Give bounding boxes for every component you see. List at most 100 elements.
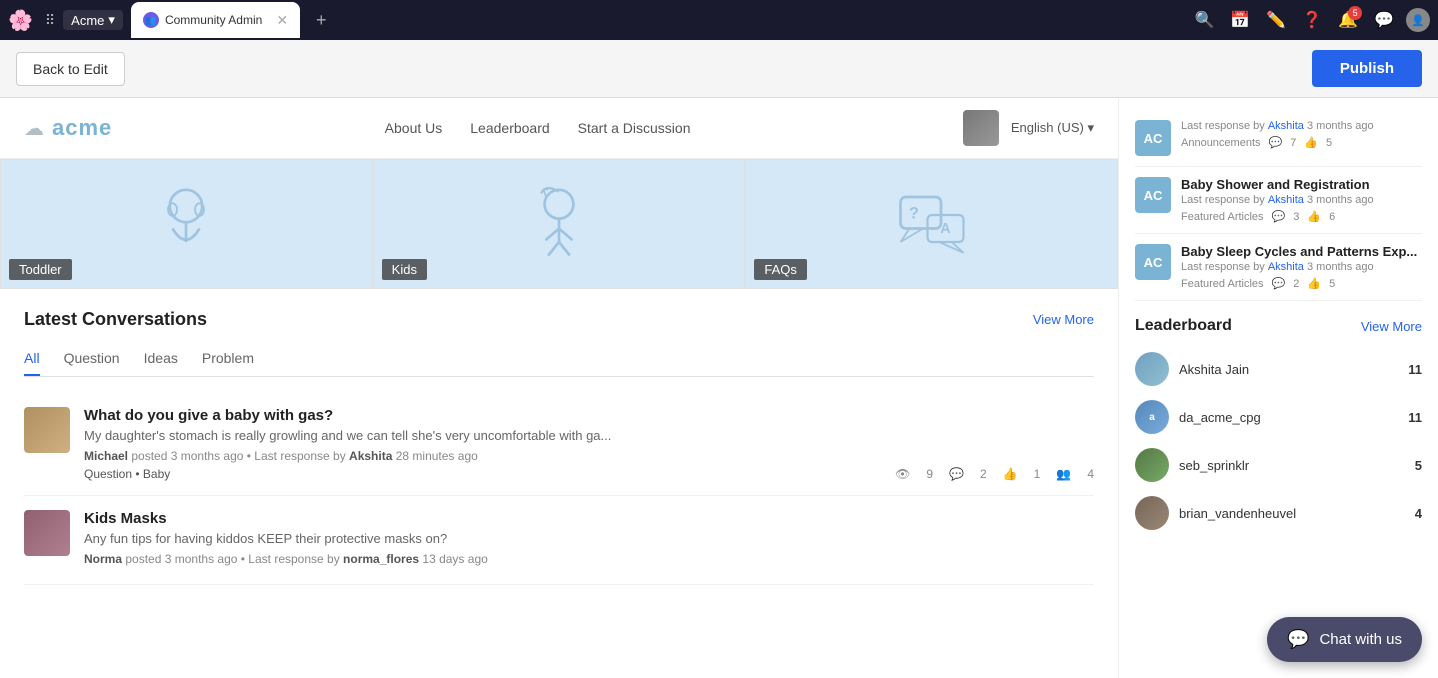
participants-count: 4 — [1087, 467, 1094, 481]
activity-body-3: Baby Sleep Cycles and Patterns Exp... La… — [1181, 244, 1422, 290]
leaderboard-item-3: seb_sprinklr 5 — [1135, 441, 1422, 489]
chrome-chat-icon[interactable]: 💬 — [1374, 10, 1394, 30]
conversation-stats-1: 👁 9 💬 2 👍 1 👥 4 — [895, 467, 1094, 481]
tab-close-icon[interactable]: ✕ — [276, 12, 288, 29]
chat-widget[interactable]: 💬 Chat with us — [1267, 617, 1422, 662]
publish-button[interactable]: Publish — [1312, 50, 1422, 87]
conversation-body-2: Kids Masks Any fun tips for having kiddo… — [84, 510, 1094, 570]
lb-name-1: Akshita Jain — [1179, 362, 1398, 377]
lb-avatar-brian — [1135, 496, 1169, 530]
lb-avatar-seb — [1135, 448, 1169, 482]
svg-text:A: A — [940, 221, 951, 237]
like-icon-3: 👍 — [1307, 277, 1321, 290]
tab-all[interactable]: All — [24, 342, 40, 376]
activity-stats-2: Featured Articles 💬 3 👍 6 — [1181, 210, 1422, 223]
category-cards: Toddler Kids — [0, 159, 1118, 289]
conversation-author-2: Norma — [84, 552, 122, 566]
lb-avatar-akshita — [1135, 352, 1169, 386]
new-tab-button[interactable]: + — [308, 6, 335, 35]
conversation-title-1[interactable]: What do you give a baby with gas? — [84, 407, 1094, 424]
app-name-label: Acme — [71, 13, 104, 28]
lb-score-3: 5 — [1415, 458, 1422, 473]
likes-icon: 👍 — [1003, 467, 1018, 481]
chat-bubble-icon: 💬 — [1287, 629, 1309, 650]
activity-category-2: Featured Articles — [1181, 211, 1264, 223]
activity-title-3[interactable]: Baby Sleep Cycles and Patterns Exp... — [1181, 244, 1422, 259]
lb-score-1: 11 — [1408, 362, 1422, 377]
tab-ideas[interactable]: Ideas — [144, 342, 178, 376]
activity-body-2: Baby Shower and Registration Last respon… — [1181, 177, 1422, 223]
conversation-body-1: What do you give a baby with gas? My dau… — [84, 407, 1094, 481]
lb-name-4: brian_vandenheuvel — [1179, 506, 1405, 521]
conversations-view-more[interactable]: View More — [1033, 312, 1094, 327]
activity-avatar-1: AC — [1135, 120, 1171, 156]
content-area: ☁ acme About Us Leaderboard Start a Disc… — [0, 98, 1118, 678]
conversation-responder-2: norma_flores — [343, 552, 419, 566]
category-card-faqs[interactable]: ? A FAQs — [745, 159, 1118, 289]
right-sidebar: AC Last response by Akshita 3 months ago… — [1118, 98, 1438, 678]
activity-subtitle-2: Last response by Akshita 3 months ago — [1181, 194, 1422, 206]
conversation-responder-1: Akshita — [349, 449, 392, 463]
chrome-edit-icon[interactable]: ✏️ — [1266, 10, 1286, 30]
conversation-avatar-norma — [24, 510, 70, 556]
leaderboard-view-more[interactable]: View More — [1361, 319, 1422, 334]
conversation-tag-1: Question • Baby — [84, 467, 170, 481]
category-card-kids[interactable]: Kids — [373, 159, 746, 289]
chrome-notifications-icon[interactable]: 🔔 5 — [1338, 10, 1358, 30]
chrome-browser-bar: 🌸 ⠿ Acme ▾ 👥 Community Admin ✕ + 🔍 📅 ✏️ … — [0, 0, 1438, 40]
nav-link-start-discussion[interactable]: Start a Discussion — [578, 120, 691, 136]
conversation-meta-2: Norma posted 3 months ago • Last respons… — [84, 552, 1094, 566]
nav-link-leaderboard[interactable]: Leaderboard — [470, 120, 549, 136]
chrome-logo-icon: 🌸 — [8, 8, 33, 33]
leaderboard-item-2: a da_acme_cpg 11 — [1135, 393, 1422, 441]
site-nav: ☁ acme About Us Leaderboard Start a Disc… — [0, 98, 1118, 159]
tab-label: Community Admin — [165, 13, 262, 27]
conversation-title-2[interactable]: Kids Masks — [84, 510, 1094, 527]
activity-subtitle-1: Last response by Akshita 3 months ago — [1181, 120, 1422, 132]
activity-avatar-3: AC — [1135, 244, 1171, 280]
comments-count: 2 — [980, 467, 987, 481]
activity-title-2[interactable]: Baby Shower and Registration — [1181, 177, 1422, 192]
conversations-header: Latest Conversations View More — [24, 309, 1094, 330]
kids-icon — [514, 179, 604, 269]
chrome-calendar-icon[interactable]: 📅 — [1230, 10, 1250, 30]
conversation-excerpt-1: My daughter's stomach is really growling… — [84, 428, 664, 443]
conversations-title: Latest Conversations — [24, 309, 207, 330]
nav-link-about[interactable]: About Us — [385, 120, 443, 136]
language-selector[interactable]: English (US) ▾ — [1011, 120, 1094, 136]
tab-question[interactable]: Question — [64, 342, 120, 376]
tab-problem[interactable]: Problem — [202, 342, 254, 376]
chat-label: Chat with us — [1319, 631, 1402, 648]
chrome-search-icon[interactable]: 🔍 — [1194, 10, 1214, 30]
activity-stats-3: Featured Articles 💬 2 👍 5 — [1181, 277, 1422, 290]
chrome-help-icon[interactable]: ❓ — [1302, 10, 1322, 30]
chrome-user-avatar[interactable]: 👤 — [1406, 8, 1430, 32]
notification-count: 5 — [1348, 6, 1362, 20]
chrome-app-name[interactable]: Acme ▾ — [63, 10, 123, 30]
toddler-label: Toddler — [9, 259, 72, 280]
like-icon-2: 👍 — [1307, 210, 1321, 223]
site-nav-right: English (US) ▾ — [963, 110, 1094, 146]
back-to-edit-button[interactable]: Back to Edit — [16, 52, 125, 86]
nav-user-avatar[interactable] — [963, 110, 999, 146]
activity-avatar-2: AC — [1135, 177, 1171, 213]
views-icon: 👁 — [895, 467, 910, 481]
main-container: ☁ acme About Us Leaderboard Start a Disc… — [0, 98, 1438, 678]
leaderboard-header: Leaderboard View More — [1135, 317, 1422, 335]
chrome-grid-icon[interactable]: ⠿ — [45, 12, 55, 29]
faqs-icon: ? A — [887, 179, 977, 269]
recent-activity-list: AC Last response by Akshita 3 months ago… — [1135, 110, 1422, 301]
activity-stats-1: Announcements 💬 7 👍 5 — [1181, 136, 1422, 149]
conversation-avatar-michael — [24, 407, 70, 453]
chrome-tab-community-admin[interactable]: 👥 Community Admin ✕ — [131, 2, 300, 38]
leaderboard-title: Leaderboard — [1135, 317, 1232, 335]
site-logo: ☁ acme — [24, 115, 112, 141]
conversation-author-1: Michael — [84, 449, 128, 463]
conversation-excerpt-2: Any fun tips for having kiddos KEEP thei… — [84, 531, 664, 546]
svg-text:?: ? — [909, 205, 919, 223]
lb-name-3: seb_sprinklr — [1179, 458, 1405, 473]
editor-action-bar: Back to Edit Publish — [0, 40, 1438, 98]
site-nav-links: About Us Leaderboard Start a Discussion — [385, 120, 691, 136]
activity-category-1: Announcements — [1181, 137, 1261, 149]
category-card-toddler[interactable]: Toddler — [0, 159, 373, 289]
